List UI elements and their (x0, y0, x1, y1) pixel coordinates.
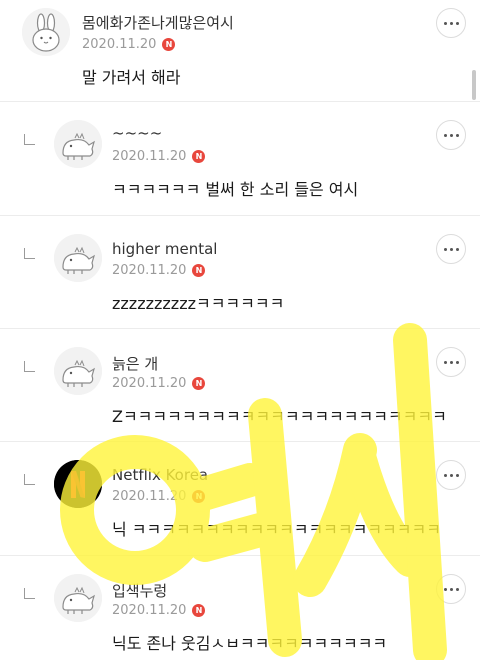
comment-text: zzzzzzzzzzㅋㅋㅋㅋㅋㅋ (112, 294, 285, 313)
dino-avatar[interactable] (54, 347, 102, 395)
new-badge-icon: N (192, 150, 206, 163)
more-options-button[interactable] (436, 347, 466, 377)
reply-arrow-icon (24, 588, 35, 599)
netflix-logo[interactable] (54, 460, 102, 508)
scrollbar[interactable] (472, 70, 476, 100)
comment-meta: 2020.11.20 N (112, 603, 206, 618)
comment-text: 닉도 존나 웃김ㅅㅂㅋㅋㅋㅋㅋㅋㅋㅋㅋㅋ (112, 634, 388, 653)
comment-nickname[interactable]: 입색누렁 (112, 580, 167, 601)
comment-date: 2020.11.20 (112, 603, 187, 618)
new-badge-icon: N (192, 377, 206, 390)
comment-date: 2020.11.20 (82, 37, 157, 52)
comment-meta: 2020.11.20 N (82, 37, 176, 52)
new-badge-icon: N (192, 490, 206, 503)
reply-arrow-icon (24, 474, 35, 485)
comment-nickname[interactable]: ~~~~ (112, 124, 162, 142)
comment-meta: 2020.11.20 N (112, 376, 206, 391)
comment-date: 2020.11.20 (112, 149, 187, 164)
comment-nickname[interactable]: higher mental (112, 240, 217, 258)
reply-item: 입색누렁 2020.11.20 N 닉도 존나 웃김ㅅㅂㅋㅋㅋㅋㅋㅋㅋㅋㅋㅋ (0, 556, 480, 668)
more-dots-icon (443, 587, 459, 591)
comment-text: Zㅋㅋㅋㅋㅋㅋㅋㅋㅋㅋㅋㅋㅋㅋㅋㅋㅋㅋㅋㅋㅋㅋ (112, 407, 447, 426)
more-dots-icon (443, 473, 459, 477)
reply-arrow-icon (24, 361, 35, 372)
reply-item: 늙은 개 2020.11.20 N Zㅋㅋㅋㅋㅋㅋㅋㅋㅋㅋㅋㅋㅋㅋㅋㅋㅋㅋㅋㅋㅋ… (0, 329, 480, 442)
comment-text: 닉 ㅋㅋㅋㅋㅋㅋㅋㅋㅋㅋㅋㅋㅋㅋㅋㅋㅋㅋㅋㅋㅋ (112, 520, 441, 539)
more-options-button[interactable] (436, 460, 466, 490)
dino-avatar[interactable] (54, 574, 102, 622)
reply-arrow-icon (24, 248, 35, 259)
comment-nickname[interactable]: 몸에화가존나게많은여시 (82, 12, 234, 33)
comment-meta: 2020.11.20 N (112, 149, 206, 164)
dino-avatar[interactable] (54, 234, 102, 282)
reply-item: ~~~~ 2020.11.20 N ㅋㅋㅋㅋㅋㅋ 벌써 한 소리 들은 여시 (0, 102, 480, 216)
more-dots-icon (443, 133, 459, 137)
comment-text: ㅋㅋㅋㅋㅋㅋ 벌써 한 소리 들은 여시 (112, 180, 359, 199)
reply-item: Netflix Korea 2020.11.20 N 닉 ㅋㅋㅋㅋㅋㅋㅋㅋㅋㅋㅋ… (0, 442, 480, 556)
comment-date: 2020.11.20 (112, 263, 187, 278)
dino-avatar[interactable] (54, 120, 102, 168)
comment-meta: 2020.11.20 N (112, 489, 206, 504)
more-dots-icon (443, 360, 459, 364)
new-badge-icon: N (162, 38, 176, 51)
new-badge-icon: N (192, 264, 206, 277)
comment-meta: 2020.11.20 N (112, 263, 206, 278)
comment-text: 말 가려서 해라 (82, 68, 181, 87)
new-badge-icon: N (192, 604, 206, 617)
reply-item: higher mental 2020.11.20 N zzzzzzzzzzㅋㅋㅋ… (0, 216, 480, 329)
bunny-avatar[interactable] (22, 8, 70, 56)
more-options-button[interactable] (436, 120, 466, 150)
comment-date: 2020.11.20 (112, 489, 187, 504)
comment-item: 몸에화가존나게많은여시 2020.11.20 N 말 가려서 해라 (0, 0, 480, 102)
comment-date: 2020.11.20 (112, 376, 187, 391)
comment-nickname[interactable]: Netflix Korea (112, 466, 208, 484)
more-options-button[interactable] (436, 574, 466, 604)
reply-arrow-icon (24, 134, 35, 145)
more-options-button[interactable] (436, 234, 466, 264)
more-dots-icon (443, 21, 459, 25)
more-dots-icon (443, 247, 459, 251)
comment-nickname[interactable]: 늙은 개 (112, 353, 158, 374)
more-options-button[interactable] (436, 8, 466, 38)
